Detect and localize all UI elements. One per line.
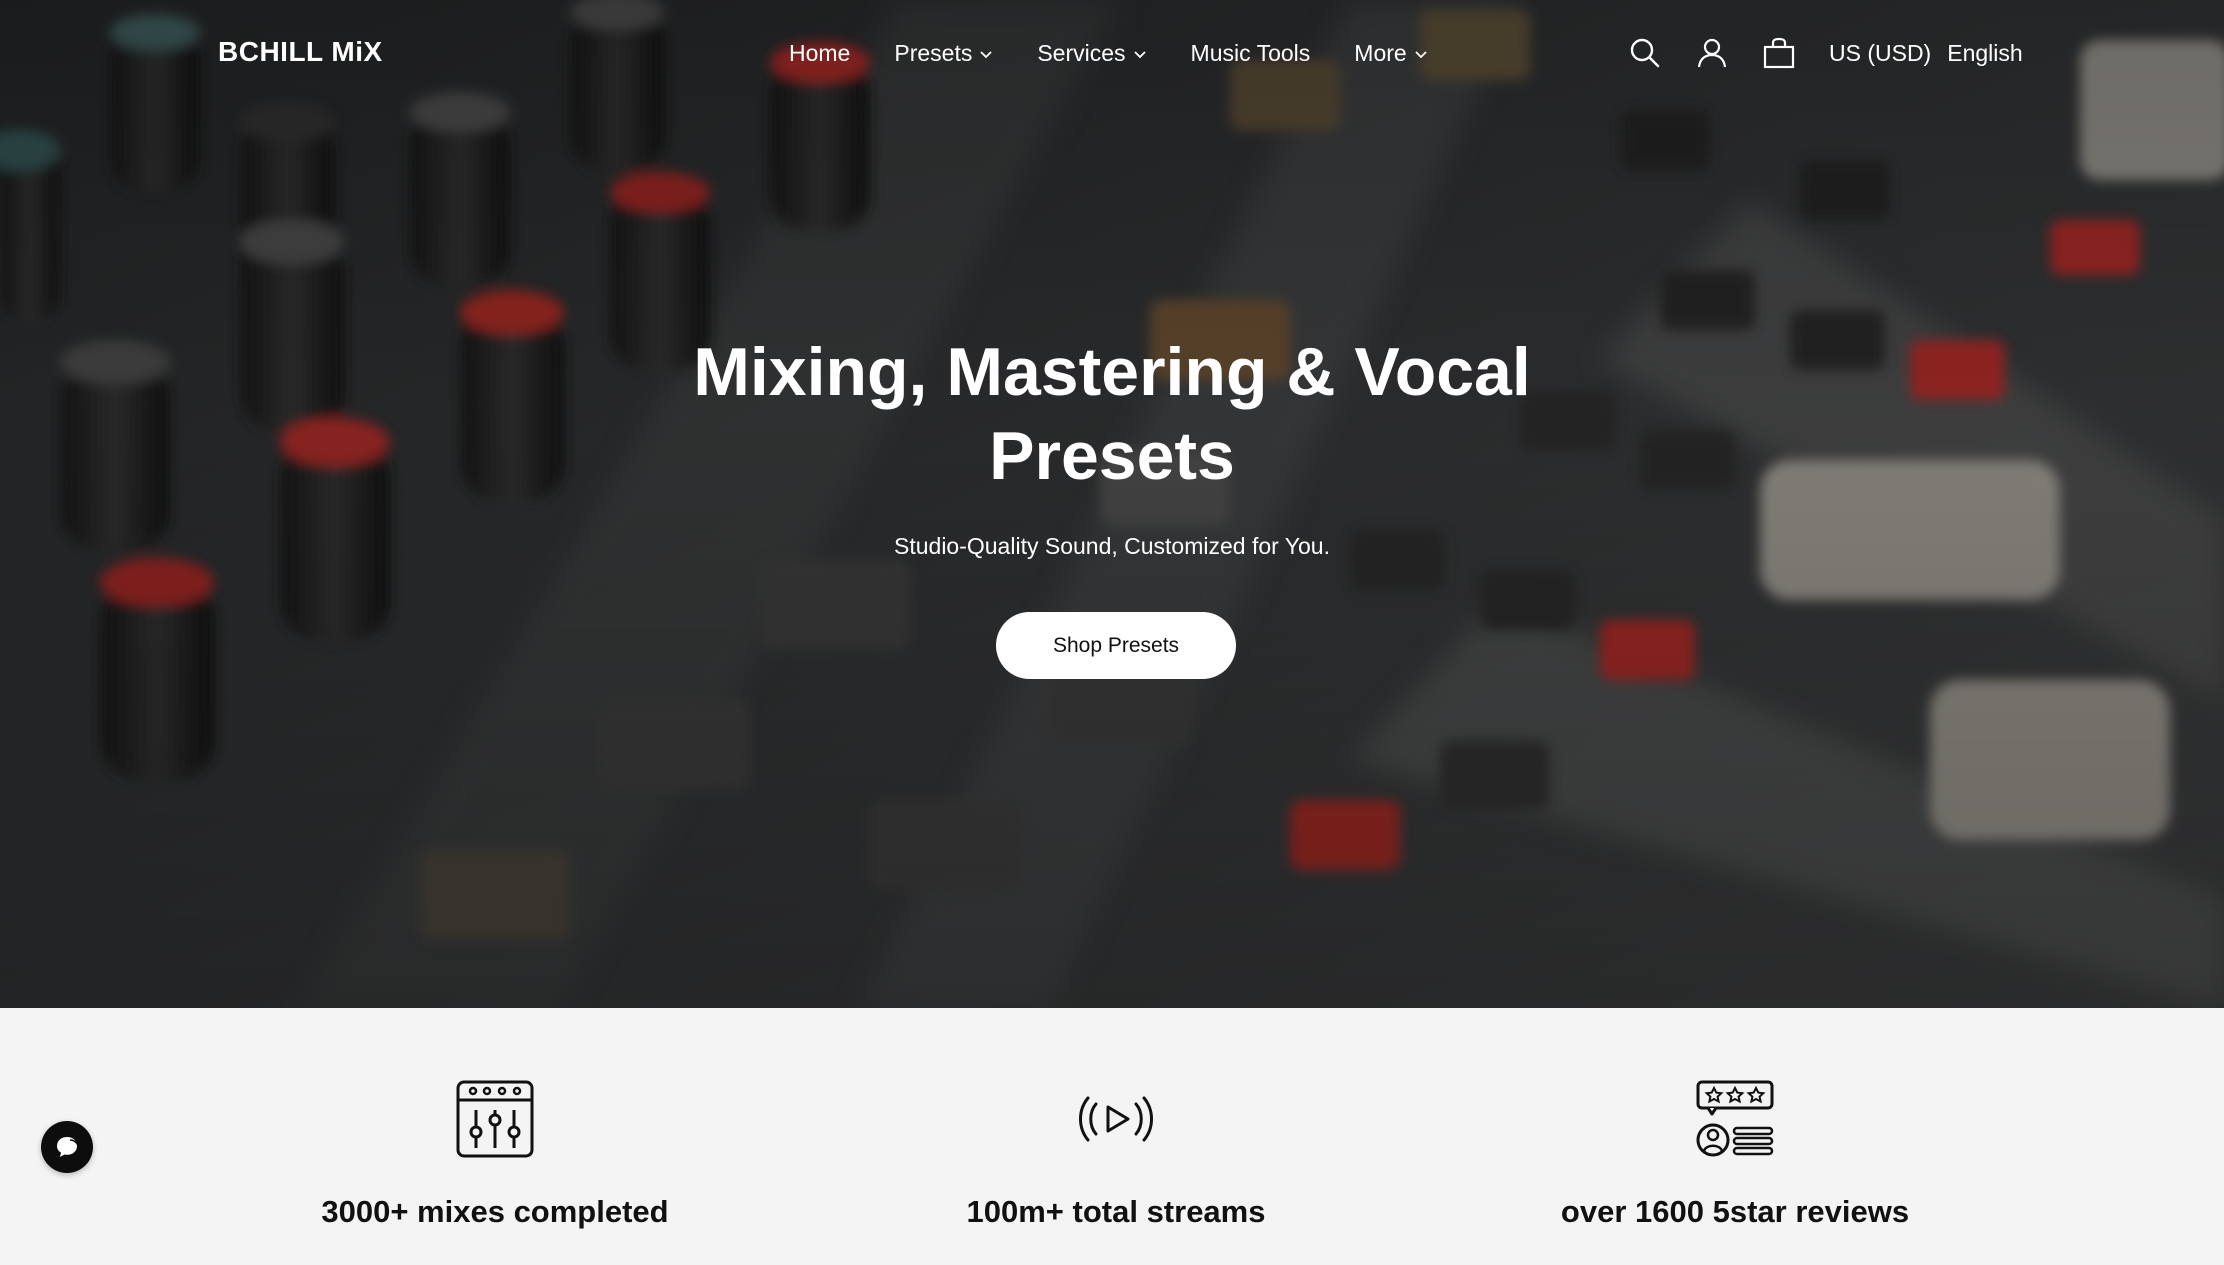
stat-item-mixes: 3000+ mixes completed bbox=[215, 1078, 775, 1230]
account-icon[interactable] bbox=[1695, 36, 1729, 70]
nav-item-more[interactable]: More bbox=[1354, 40, 1427, 67]
stat-item-reviews: over 1600 5star reviews bbox=[1455, 1078, 2015, 1230]
shop-presets-button[interactable]: Shop Presets bbox=[996, 612, 1236, 679]
stat-label: 100m+ total streams bbox=[966, 1194, 1266, 1229]
main-nav: Home Presets Services Music Tools More bbox=[789, 40, 1472, 67]
stats-section: 3000+ mixes completed 100m+ total stream… bbox=[0, 1008, 2224, 1265]
currency-selector[interactable]: US (USD) bbox=[1829, 40, 1931, 67]
play-broadcast-icon bbox=[1079, 1096, 1153, 1142]
nav-item-presets[interactable]: Presets bbox=[894, 40, 993, 67]
chevron-down-icon bbox=[980, 50, 992, 58]
language-selector[interactable]: English bbox=[1947, 40, 2022, 67]
nav-item-label: Music Tools bbox=[1190, 40, 1311, 66]
stat-label: over 1600 5star reviews bbox=[1560, 1194, 1910, 1229]
chat-launcher-button[interactable] bbox=[41, 1121, 93, 1173]
site-header: BCHILL MiX Home Presets Services Music T… bbox=[0, 0, 2224, 112]
header-tools: US (USD) English bbox=[1628, 36, 2039, 70]
hero-overlay bbox=[0, 0, 2224, 1008]
site-logo[interactable]: BCHILL MiX bbox=[218, 36, 383, 68]
chevron-down-icon bbox=[1133, 50, 1146, 58]
nav-item-label: More bbox=[1354, 40, 1407, 66]
hero-section: Mixing, Mastering & Vocal Presets Studio… bbox=[0, 0, 2224, 1008]
nav-item-label: Presets bbox=[894, 40, 973, 66]
star-reviews-icon bbox=[1696, 1080, 1774, 1157]
nav-item-services[interactable]: Services bbox=[1037, 40, 1146, 67]
hero-subtitle: Studio-Quality Sound, Customized for You… bbox=[894, 533, 1330, 559]
nav-item-label: Home bbox=[789, 40, 851, 66]
nav-item-music-tools[interactable]: Music Tools bbox=[1191, 40, 1311, 67]
stat-item-streams: 100m+ total streams bbox=[836, 1078, 1396, 1230]
chevron-down-icon bbox=[1415, 50, 1427, 58]
stat-label: 3000+ mixes completed bbox=[321, 1194, 669, 1229]
search-icon[interactable] bbox=[1628, 36, 1662, 70]
hero-title: Mixing, Mastering & Vocal Presets bbox=[693, 334, 1531, 494]
cart-icon[interactable] bbox=[1762, 36, 1796, 70]
mixer-faders-icon bbox=[456, 1080, 534, 1158]
chat-bubble-icon bbox=[57, 1137, 79, 1157]
nav-item-label: Services bbox=[1037, 40, 1126, 66]
nav-item-home[interactable]: Home bbox=[789, 40, 850, 67]
